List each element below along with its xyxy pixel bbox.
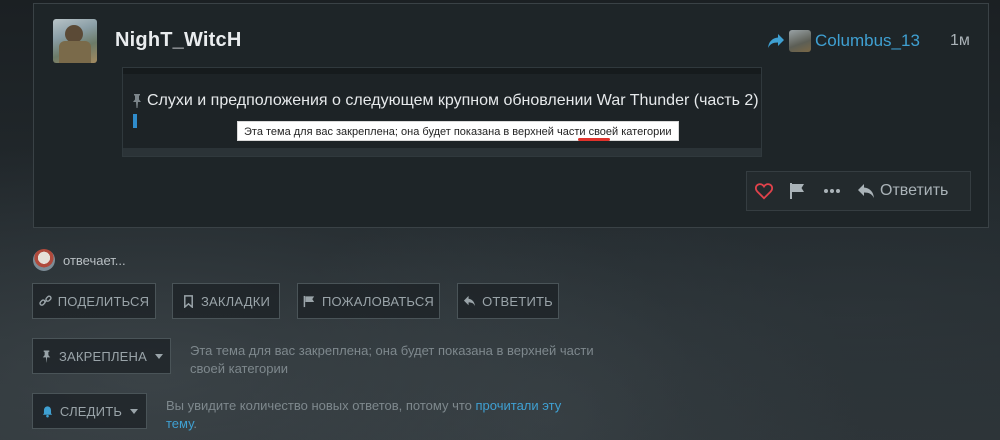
- flag-icon: [303, 295, 315, 307]
- replying-user-avatar: [33, 249, 55, 271]
- reply-button[interactable]: Ответить: [857, 182, 948, 200]
- bookmark-button-label: Закладки: [200, 293, 271, 309]
- reply-icon: [858, 184, 874, 198]
- pinned-description: Эта тема для вас закреплена; она будет п…: [190, 343, 594, 376]
- flag-icon: [790, 183, 804, 199]
- reply-to-avatar: [789, 30, 811, 52]
- spellcheck-underline: [578, 138, 610, 141]
- more-icon: [824, 189, 840, 193]
- share-button[interactable]: Поделиться: [32, 283, 156, 319]
- replying-indicator: отвечает...: [33, 249, 126, 271]
- pinned-dropdown[interactable]: Закреплена: [32, 338, 171, 374]
- embedded-topic-title: Слухи и предположения о следующем крупно…: [147, 92, 759, 109]
- chevron-down-icon: [155, 353, 164, 359]
- replying-text: отвечает...: [63, 252, 126, 268]
- watch-dropdown[interactable]: Следить: [32, 393, 147, 429]
- reply-icon: [464, 295, 476, 306]
- more-button[interactable]: [815, 172, 849, 210]
- watch-description-suffix: .: [193, 416, 197, 431]
- post-actions: Ответить: [746, 171, 971, 211]
- pin-icon: [42, 349, 51, 363]
- embedded-screenshot: Слухи и предположения о следующем крупно…: [122, 67, 762, 157]
- pinned-tooltip: Эта тема для вас закреплена; она будет п…: [237, 121, 679, 141]
- pinned-dropdown-label: Закреплена: [58, 348, 148, 364]
- flag-button[interactable]: [781, 172, 815, 210]
- chevron-down-icon: [130, 408, 139, 414]
- watch-description-text: Вы увидите количество новых ответов, пот…: [166, 398, 476, 413]
- watch-dropdown-label: Следить: [59, 403, 123, 419]
- bell-icon: [42, 405, 53, 417]
- bookmark-icon: [184, 294, 193, 308]
- report-button[interactable]: Пожаловаться: [297, 283, 440, 319]
- bookmark-button[interactable]: Закладки: [172, 283, 280, 319]
- reply-to-username: Columbus_13: [815, 31, 920, 50]
- post-card: NighT_WitcH Columbus_13 1м Слухи и предп…: [33, 3, 989, 228]
- heart-icon: [755, 183, 773, 200]
- footer-reply-button-label: Ответить: [482, 293, 553, 309]
- post-age[interactable]: 1м: [950, 32, 970, 50]
- pin-icon: [133, 94, 141, 108]
- user-avatar[interactable]: [53, 19, 97, 63]
- post-username[interactable]: NighT_WitcH: [115, 29, 241, 52]
- report-button-label: Пожаловаться: [321, 293, 435, 309]
- share-button-label: Поделиться: [57, 293, 150, 309]
- reply-to-link[interactable]: Columbus_13: [767, 29, 920, 53]
- share-arrow-icon: [768, 34, 784, 48]
- pinned-tooltip-text: Эта тема для вас закреплена; она будет п…: [244, 126, 672, 138]
- watch-description: Вы увидите количество новых ответов, пот…: [166, 397, 586, 433]
- link-icon: [39, 295, 52, 306]
- reply-button-label: Ответить: [880, 182, 949, 199]
- like-button[interactable]: [747, 172, 781, 210]
- footer-reply-button[interactable]: Ответить: [457, 283, 559, 319]
